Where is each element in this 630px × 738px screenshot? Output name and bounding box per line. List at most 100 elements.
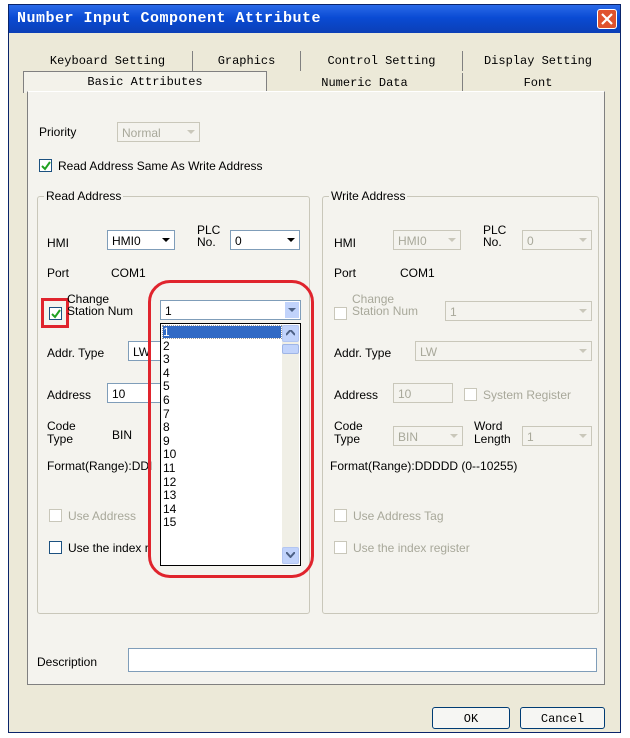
- write-station-num-select: 1: [445, 301, 592, 321]
- chevron-down-icon: [159, 232, 173, 248]
- write-change-station-line2: Station Num: [352, 304, 419, 318]
- ok-button-label: OK: [463, 712, 479, 726]
- system-register-checkbox: [464, 388, 477, 401]
- tab-label: Graphics: [217, 54, 276, 68]
- description-input[interactable]: [128, 648, 597, 672]
- read-plc-label-line2: No.: [197, 235, 216, 249]
- word-length-label-line2: Length: [474, 432, 511, 446]
- write-change-station-label: Change Station Num: [352, 293, 418, 317]
- title-bar[interactable]: Number Input Component Attribute: [9, 5, 620, 33]
- window-title: Number Input Component Attribute: [17, 10, 322, 27]
- read-address-label: Address: [47, 388, 92, 402]
- tab-label: Keyboard Setting: [49, 54, 166, 68]
- read-plc-value: 0: [235, 234, 242, 248]
- read-code-label-line2: Type: [47, 432, 74, 446]
- write-plc-no-select: 0: [522, 230, 592, 250]
- system-register-label: System Register: [483, 388, 572, 402]
- write-address-input: 10: [393, 383, 453, 403]
- priority-value: Normal: [122, 126, 161, 140]
- chevron-down-icon: [576, 303, 590, 319]
- read-use-index-label: Use the index r: [68, 541, 149, 555]
- write-code-type-select: BIN: [393, 426, 463, 446]
- chevron-down-icon: [445, 232, 459, 248]
- close-button[interactable]: [597, 9, 617, 29]
- word-length-select: 1: [522, 426, 592, 446]
- write-hmi-select: HMI0: [393, 230, 461, 250]
- ok-button[interactable]: OK: [432, 707, 510, 729]
- read-use-address-tag-checkbox: [49, 509, 62, 522]
- read-code-type-value[interactable]: BIN: [112, 428, 132, 442]
- change-station-label-line2: Station Num: [67, 304, 134, 318]
- write-use-index-checkbox: [334, 541, 347, 554]
- read-plc-label: PLC No.: [197, 224, 220, 248]
- write-address-title: Write Address: [329, 189, 408, 203]
- write-use-index-label: Use the index register: [353, 541, 470, 555]
- tab-label: Basic Attributes: [87, 75, 203, 89]
- write-addr-type-label: Addr. Type: [334, 346, 392, 360]
- read-addr-type-label: Addr. Type: [47, 346, 105, 360]
- close-icon: [601, 13, 613, 25]
- write-code-label-line2: Type: [334, 432, 361, 446]
- write-hmi-value: HMI0: [398, 234, 427, 248]
- priority-label: Priority: [39, 125, 77, 139]
- write-format-label: Format(Range):DDDDD (0--10255): [330, 459, 518, 473]
- tab-label: Numeric Data: [321, 76, 408, 90]
- write-port-label: Port: [334, 266, 357, 280]
- write-use-address-tag-checkbox: [334, 509, 347, 522]
- tab-basic-attributes[interactable]: Basic Attributes: [23, 71, 267, 93]
- write-change-station-checkbox: [334, 307, 347, 320]
- tab-label: Display Setting: [483, 54, 593, 68]
- description-label: Description: [37, 655, 98, 669]
- chevron-down-icon: [576, 343, 590, 359]
- tab-keyboard-setting[interactable]: Keyboard Setting: [23, 51, 193, 71]
- checkmark-icon: [41, 161, 51, 171]
- read-use-index-checkbox[interactable]: [49, 541, 62, 554]
- write-port-value: COM1: [400, 266, 435, 280]
- write-station-num-value: 1: [450, 305, 457, 319]
- read-use-address-tag-label: Use Address: [68, 509, 137, 523]
- read-port-label: Port: [47, 266, 70, 280]
- read-same-as-write-label: Read Address Same As Write Address: [58, 159, 263, 173]
- chevron-down-icon: [447, 428, 461, 444]
- write-address-value: 10: [398, 387, 412, 401]
- word-length-label: Word Length: [474, 420, 511, 446]
- tab-display-setting[interactable]: Display Setting: [463, 51, 613, 71]
- chevron-down-icon: [184, 124, 198, 140]
- write-use-address-tag-label: Use Address Tag: [353, 509, 444, 523]
- read-port-value: COM1: [111, 266, 146, 280]
- change-station-label: Change Station Num: [67, 293, 133, 317]
- write-addr-type-value: LW: [420, 345, 438, 359]
- write-code-type-value: BIN: [398, 430, 419, 444]
- cancel-button[interactable]: Cancel: [520, 707, 605, 729]
- tab-graphics[interactable]: Graphics: [193, 51, 301, 71]
- write-plc-label-line2: No.: [483, 235, 502, 249]
- checkbox-highlight-box: [41, 298, 69, 328]
- write-plc-label: PLC No.: [483, 224, 506, 248]
- write-address-label: Address: [334, 388, 379, 402]
- read-address-title: Read Address: [44, 189, 124, 203]
- chevron-down-icon: [576, 428, 590, 444]
- write-code-type-label: Code Type: [334, 420, 363, 446]
- priority-select: Normal: [117, 122, 200, 142]
- tab-control-setting[interactable]: Control Setting: [301, 51, 463, 71]
- word-length-value: 1: [527, 430, 534, 444]
- dropdown-highlight-box: [148, 280, 314, 578]
- write-hmi-label: HMI: [334, 236, 356, 250]
- write-plc-value: 0: [527, 234, 534, 248]
- read-address-value: 10: [112, 387, 126, 401]
- read-hmi-label: HMI: [47, 236, 69, 250]
- read-same-as-write-checkbox[interactable]: [39, 159, 52, 172]
- tab-font[interactable]: Font: [463, 73, 613, 93]
- read-hmi-select[interactable]: HMI0: [107, 230, 175, 250]
- read-hmi-value: HMI0: [112, 234, 141, 248]
- write-addr-type-select: LW: [415, 341, 592, 361]
- read-format-label: Format(Range):DDI: [47, 459, 153, 473]
- tab-numeric-data[interactable]: Numeric Data: [267, 73, 463, 93]
- tab-label: Font: [523, 76, 553, 90]
- tab-label: Control Setting: [327, 54, 436, 68]
- chevron-down-icon: [284, 232, 298, 248]
- chevron-down-icon: [576, 232, 590, 248]
- read-plc-no-select[interactable]: 0: [230, 230, 300, 250]
- read-code-type-label: Code Type: [47, 420, 76, 446]
- cancel-button-label: Cancel: [540, 712, 585, 726]
